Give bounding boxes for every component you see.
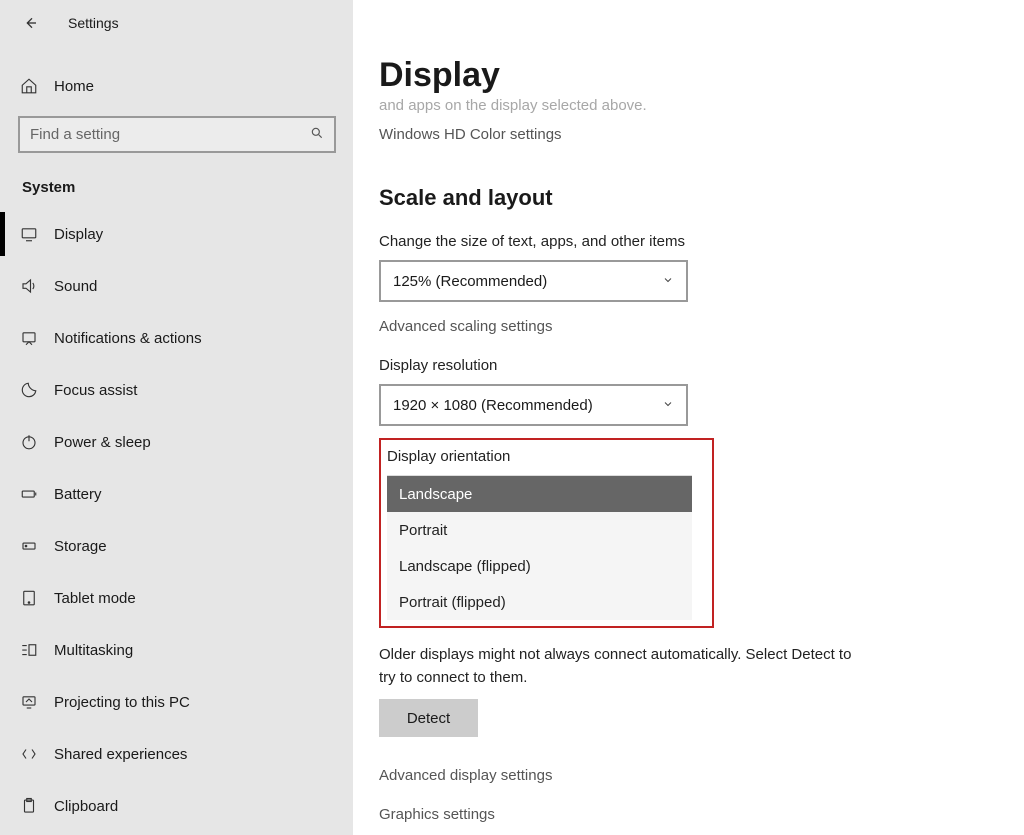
sidebar-item-sound[interactable]: Sound: [0, 260, 353, 312]
sidebar-item-display[interactable]: Display: [0, 208, 353, 260]
window-title: Settings: [68, 15, 119, 31]
sidebar-item-label: Power & sleep: [54, 434, 151, 451]
display-icon: [18, 223, 40, 245]
sidebar-item-notifications[interactable]: Notifications & actions: [0, 312, 353, 364]
sidebar-item-shared-experiences[interactable]: Shared experiences: [0, 728, 353, 780]
orientation-option-landscape[interactable]: Landscape: [387, 476, 692, 512]
sidebar-item-projecting[interactable]: Projecting to this PC: [0, 676, 353, 728]
sidebar-item-label: Projecting to this PC: [54, 694, 190, 711]
advanced-display-link[interactable]: Advanced display settings: [379, 767, 1024, 784]
home-icon: [18, 75, 40, 97]
orientation-option-landscape-flipped[interactable]: Landscape (flipped): [387, 548, 692, 584]
sidebar-item-power-sleep[interactable]: Power & sleep: [0, 416, 353, 468]
page-title: Display: [379, 56, 1024, 95]
sidebar-item-label: Focus assist: [54, 382, 137, 399]
scale-combobox[interactable]: 125% (Recommended): [379, 260, 688, 302]
resolution-label: Display resolution: [379, 357, 1024, 374]
orientation-dropdown[interactable]: Landscape Portrait Landscape (flipped) P…: [387, 475, 692, 620]
sidebar-item-label: Tablet mode: [54, 590, 136, 607]
clipboard-icon: [18, 795, 40, 817]
sidebar-item-label: Notifications & actions: [54, 330, 202, 347]
nav-list: Display Sound Notifications & actions Fo…: [0, 208, 353, 832]
battery-icon: [18, 483, 40, 505]
section-heading: System: [22, 179, 335, 196]
sidebar-item-clipboard[interactable]: Clipboard: [0, 780, 353, 832]
chevron-down-icon: [662, 398, 674, 413]
resolution-combobox[interactable]: 1920 × 1080 (Recommended): [379, 384, 688, 426]
multiple-displays-note: Older displays might not always connect …: [379, 644, 869, 689]
home-label: Home: [54, 78, 94, 95]
scale-value: 125% (Recommended): [393, 273, 547, 290]
scale-layout-heading: Scale and layout: [379, 185, 1024, 211]
shared-icon: [18, 743, 40, 765]
main-content: Display and apps on the display selected…: [353, 0, 1024, 835]
multitasking-icon: [18, 639, 40, 661]
notifications-icon: [18, 327, 40, 349]
tablet-icon: [18, 587, 40, 609]
sidebar-item-label: Storage: [54, 538, 107, 555]
power-icon: [18, 431, 40, 453]
scale-label: Change the size of text, apps, and other…: [379, 233, 1024, 250]
sidebar-item-focus-assist[interactable]: Focus assist: [0, 364, 353, 416]
sound-icon: [18, 275, 40, 297]
sidebar-item-label: Sound: [54, 278, 97, 295]
detect-button-label: Detect: [407, 710, 450, 727]
truncated-description: and apps on the display selected above.: [379, 97, 1024, 114]
storage-icon: [18, 535, 40, 557]
search-box[interactable]: [18, 116, 336, 153]
sidebar-item-storage[interactable]: Storage: [0, 520, 353, 572]
search-input[interactable]: [30, 126, 310, 143]
sidebar-item-label: Clipboard: [54, 798, 118, 815]
hd-color-link[interactable]: Windows HD Color settings: [379, 126, 1024, 143]
orientation-option-portrait[interactable]: Portrait: [387, 512, 692, 548]
advanced-scaling-link[interactable]: Advanced scaling settings: [379, 318, 1024, 335]
projecting-icon: [18, 691, 40, 713]
sidebar-item-label: Shared experiences: [54, 746, 187, 763]
sidebar-item-battery[interactable]: Battery: [0, 468, 353, 520]
settings-sidebar: Settings Home System Display Sound: [0, 0, 353, 835]
sidebar-item-label: Battery: [54, 486, 102, 503]
orientation-highlight-box: Display orientation Landscape Portrait L…: [379, 438, 714, 628]
focus-assist-icon: [18, 379, 40, 401]
search-icon: [310, 126, 324, 143]
resolution-value: 1920 × 1080 (Recommended): [393, 397, 593, 414]
sidebar-item-tablet-mode[interactable]: Tablet mode: [0, 572, 353, 624]
sidebar-item-label: Multitasking: [54, 642, 133, 659]
orientation-label: Display orientation: [387, 448, 706, 465]
sidebar-item-home[interactable]: Home: [0, 64, 353, 108]
titlebar: Settings: [0, 0, 353, 40]
search-wrap: [18, 116, 335, 153]
sidebar-item-label: Display: [54, 226, 103, 243]
detect-button[interactable]: Detect: [379, 699, 478, 737]
orientation-option-portrait-flipped[interactable]: Portrait (flipped): [387, 584, 692, 620]
chevron-down-icon: [662, 274, 674, 289]
back-icon[interactable]: [18, 11, 42, 35]
sidebar-item-multitasking[interactable]: Multitasking: [0, 624, 353, 676]
graphics-settings-link[interactable]: Graphics settings: [379, 806, 1024, 823]
